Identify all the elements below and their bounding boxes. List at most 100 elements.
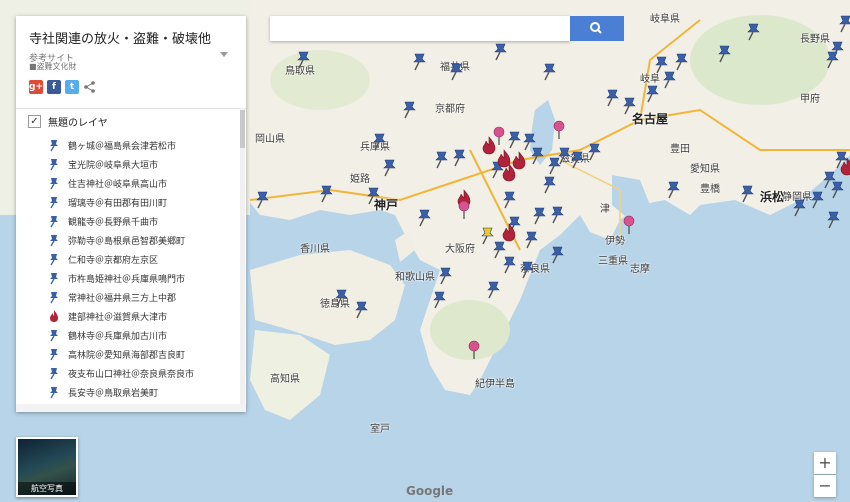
pushpin-icon[interactable] [548,245,566,265]
pushpin-icon[interactable] [518,260,536,280]
list-item[interactable]: 瑠璃寺＠有田郡有田川町 [46,193,236,213]
facebook-icon[interactable]: f [47,80,61,94]
pushpin-icon[interactable] [672,52,690,72]
pushpin-icon[interactable] [332,288,350,308]
pushpin-icon[interactable] [664,180,682,200]
fire-marker-icon[interactable] [500,222,518,242]
list-item-label: 鶴林寺＠兵庫県加古川市 [68,332,168,342]
map-marker-icon[interactable] [620,215,638,235]
list-item[interactable]: 常神社＠福井県三方上中郡 [46,288,236,308]
pushpin-icon[interactable] [500,255,518,275]
pushpin-icon[interactable] [370,132,388,152]
zoom-in-button[interactable]: + [814,452,836,474]
pushpin-icon[interactable] [450,148,468,168]
pushpin-icon[interactable] [415,208,433,228]
list-item[interactable]: 弥勒寺＠島根県邑智郡美郷町 [46,231,236,251]
pushpin-icon[interactable] [478,226,496,246]
list-item[interactable]: 住吉神社＠岐阜県高山市 [46,174,236,194]
pushpin-icon[interactable] [317,184,335,204]
search-icon [590,22,602,34]
chevron-down-icon[interactable] [220,52,228,57]
list-item[interactable]: 建部神社＠滋賀県大津市 [46,307,236,327]
pushpin-icon[interactable] [585,142,603,162]
map-label: 姫路 [350,174,370,185]
list-item-label: 鶴ヶ城＠福島県会津若松市 [68,142,177,152]
list-item-label: 常神社＠福井県三方上中郡 [68,294,177,304]
pushpin-icon[interactable] [364,186,382,206]
list-item[interactable]: 市杵島姫神社＠兵庫県鳴門市 [46,269,236,289]
list-item-label: 宝光院＠岐阜県大垣市 [68,161,159,171]
pushpin-icon[interactable] [430,290,448,310]
map-marker-icon[interactable] [455,200,473,220]
pushpin-icon[interactable] [484,280,502,300]
list-item[interactable]: 長安寺＠鳥取県岩美町 [46,383,236,403]
pushpin-icon[interactable] [436,266,454,286]
pushpin-icon[interactable] [352,300,370,320]
pushpin-icon[interactable] [715,44,733,64]
map-label: 高知県 [270,374,300,385]
pushpin-icon[interactable] [528,146,546,166]
pushpin-icon[interactable] [738,184,756,204]
list-item[interactable]: 鶴ヶ城＠福島県会津若松市 [46,136,236,156]
map-label: 京都府 [435,104,465,115]
pushpin-icon[interactable] [380,158,398,178]
map-description-link[interactable]: ■盗難文化財 [29,61,77,72]
satellite-toggle[interactable]: 航空写真 [16,437,78,497]
search-input[interactable] [270,16,570,41]
pushpin-icon[interactable] [808,190,826,210]
layer-checkbox[interactable]: ✓ [28,115,41,128]
pushpin-icon[interactable] [828,180,846,200]
pushpin-icon[interactable] [294,50,312,70]
list-item-label: 観龍寺＠長野県千曲市 [68,218,159,228]
fire-marker-icon[interactable] [838,156,850,176]
pushpin-icon[interactable] [823,50,841,70]
list-item[interactable]: 宝光院＠岐阜県大垣市 [46,155,236,175]
search-button[interactable] [570,16,624,41]
pushpin-icon[interactable] [643,84,661,104]
map-marker-icon[interactable] [465,340,483,360]
list-item[interactable]: 仁和寺＠京都府左京区 [46,250,236,270]
scrollbar[interactable] [240,108,245,408]
map-marker-icon[interactable] [490,126,508,146]
pushpin-icon[interactable] [836,14,850,34]
fire-icon [50,310,58,322]
zoom-out-button[interactable]: − [814,475,836,497]
scrollbar-thumb[interactable] [240,110,245,148]
map-label: 岡山県 [255,134,285,145]
list-item[interactable]: 鶴林寺＠兵庫県加古川市 [46,326,236,346]
pushpin-icon[interactable] [432,150,450,170]
share-icon[interactable] [83,80,97,94]
pushpin-icon[interactable] [522,230,540,250]
pushpin-icon[interactable] [824,210,842,230]
pushpin-icon[interactable] [744,22,762,42]
pushpin-icon[interactable] [400,100,418,120]
pushpin-icon[interactable] [500,190,518,210]
pushpin-icon[interactable] [410,52,428,72]
list-item[interactable]: 高林院＠愛知県海部郡吉良町 [46,345,236,365]
pushpin-icon[interactable] [253,190,271,210]
map-title[interactable]: 寺社関連の放火・盗難・破壊他 [29,28,211,47]
pushpin-icon[interactable] [568,150,586,170]
layers-panel: 寺社関連の放火・盗難・破壊他 参考サイト ■盗難文化財 g+ f t ✓ 無題の… [16,16,246,412]
pushpin-icon[interactable] [790,198,808,218]
list-item[interactable]: 観龍寺＠長野県千曲市 [46,212,236,232]
map-label: 浜松 [760,190,785,204]
pushpin-icon[interactable] [530,206,548,226]
pushpin-icon[interactable] [620,96,638,116]
map-label: 岐阜県 [650,14,680,25]
pushpin-icon[interactable] [603,88,621,108]
list-item-label: 高林院＠愛知県海部郡吉良町 [68,351,186,361]
twitter-icon[interactable]: t [65,80,79,94]
list-item-label: 弥勒寺＠島根県邑智郡美郷町 [68,237,186,247]
fire-marker-icon[interactable] [510,150,528,170]
pushpin-icon[interactable] [540,175,558,195]
pushpin-icon[interactable] [447,62,465,82]
pushpin-icon[interactable] [660,70,678,90]
pushpin-icon[interactable] [540,62,558,82]
google-plus-icon[interactable]: g+ [29,80,43,94]
map-marker-icon[interactable] [550,120,568,140]
pushpin-icon[interactable] [548,205,566,225]
pushpin-icon[interactable] [491,42,509,62]
list-item[interactable]: 夜支布山口神社＠奈良県奈良市 [46,364,236,384]
pushpin-icon [50,292,58,304]
